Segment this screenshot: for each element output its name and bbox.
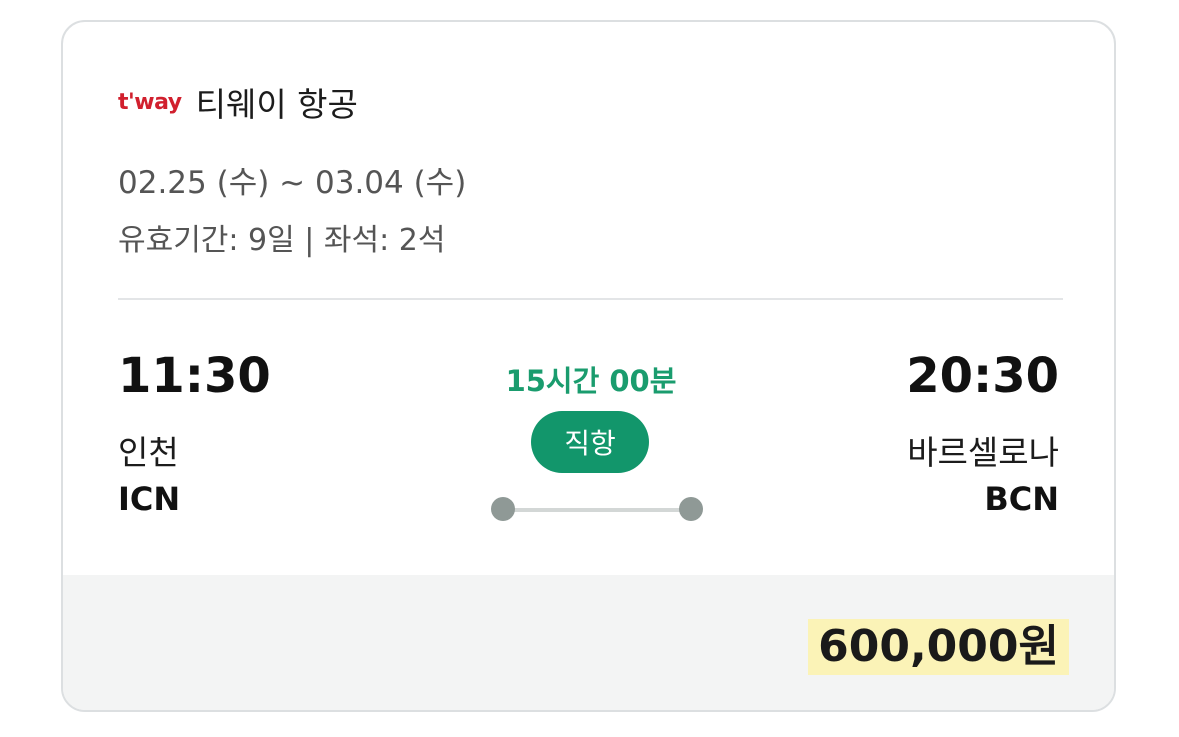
departure-city: 인천 — [118, 433, 179, 472]
airline-name: 티웨이 항공 — [195, 85, 358, 124]
divider — [118, 298, 1063, 300]
departure-time: 11:30 — [118, 348, 271, 404]
destination-dot — [679, 497, 703, 521]
direct-flight-badge: 직항 — [531, 411, 649, 473]
price-section: 600,000원 — [63, 575, 1114, 710]
trip-meta: 유효기간: 9일 | 좌석: 2석 — [118, 223, 446, 258]
airline-row: t'way 티웨이 항공 — [118, 80, 358, 124]
departure-code: ICN — [118, 480, 181, 518]
price-value: 600,000원 — [808, 619, 1069, 675]
arrival-time: 20:30 — [906, 348, 1059, 404]
arrival-code: BCN — [984, 480, 1059, 518]
arrival-city: 바르셀로나 — [907, 433, 1059, 472]
origin-dot — [491, 497, 515, 521]
trip-dates: 02.25 (수) ~ 03.04 (수) — [118, 165, 467, 201]
tway-logo: t'way — [118, 89, 182, 115]
flight-duration: 15시간 00분 — [505, 364, 677, 398]
route-line — [491, 497, 703, 523]
flight-card[interactable]: t'way 티웨이 항공 02.25 (수) ~ 03.04 (수) 유효기간:… — [61, 20, 1116, 712]
route-bar — [503, 508, 691, 512]
